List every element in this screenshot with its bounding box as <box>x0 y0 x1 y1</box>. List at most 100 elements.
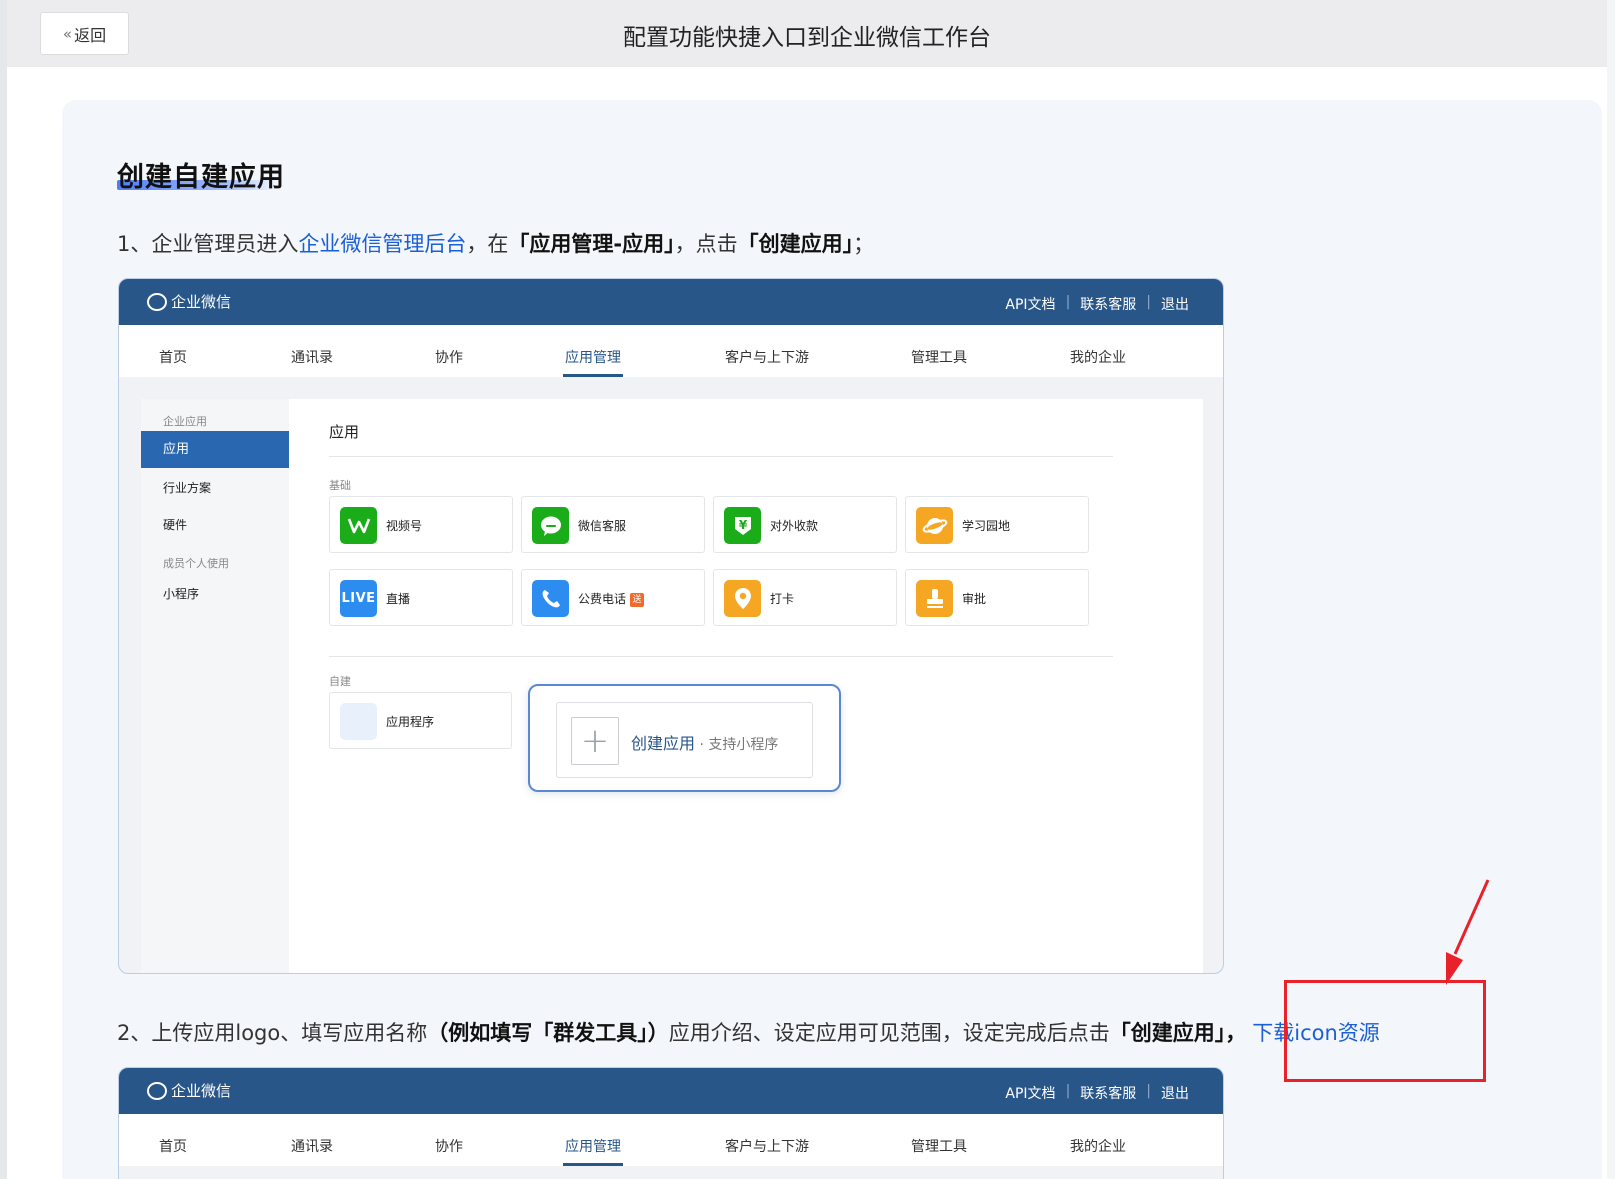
svg-text:¥: ¥ <box>738 518 747 532</box>
step-1-mid: ，在 <box>466 232 509 256</box>
app-card-learning[interactable]: 学习园地 <box>905 496 1089 553</box>
logout-link[interactable]: 退出 <box>1151 1083 1199 1103</box>
api-docs-link[interactable]: API文档 <box>995 294 1065 314</box>
nav-collab[interactable]: 协作 <box>435 347 463 367</box>
channels-icon <box>340 507 377 544</box>
app-card-live[interactable]: LIVE 直播 <box>329 569 513 626</box>
app-name-text: 公费电话 <box>578 592 627 606</box>
app-name: 微信客服 <box>578 519 627 533</box>
step-2-sep: ， <box>1225 1021 1247 1045</box>
right-edge-strip <box>1607 0 1615 1179</box>
mock-logo: 企业微信 <box>147 1080 231 1101</box>
plus-icon: + <box>571 717 619 765</box>
learning-icon <box>916 507 953 544</box>
nav-my-company[interactable]: 我的企业 <box>1070 347 1126 367</box>
app-card-payment[interactable]: ¥ 对外收款 <box>713 496 897 553</box>
nav-active-indicator <box>563 374 623 377</box>
step-1-suffix: ； <box>853 232 875 256</box>
logout-link[interactable]: 退出 <box>1151 294 1199 314</box>
sidebar-item-hardware[interactable]: 硬件 <box>163 516 187 533</box>
create-app-button[interactable]: + 创建应用 · 支持小程序 <box>556 702 813 778</box>
app-name: 打卡 <box>770 592 795 606</box>
mock-logo: 企业微信 <box>147 291 231 312</box>
wecom-admin-screenshot-1: 企业微信 API文档 | 联系客服 | 退出 首页 通讯录 协作 应用管理 客户与上… <box>118 278 1224 974</box>
payment-icon: ¥ <box>724 507 761 544</box>
app-card-wechat-service[interactable]: 微信客服 <box>521 496 705 553</box>
step-2-bold-example: （例如填写「群发工具」） <box>427 1021 669 1045</box>
create-app-highlight: + 创建应用 · 支持小程序 <box>528 684 841 792</box>
mock-logo-text: 企业微信 <box>171 1082 232 1100</box>
api-docs-link[interactable]: API文档 <box>995 1083 1065 1103</box>
app-name: 对外收款 <box>770 519 819 533</box>
mock-header: 企业微信 API文档 | 联系客服 | 退出 <box>119 279 1223 325</box>
divider <box>329 656 1113 657</box>
app-card-checkin[interactable]: 打卡 <box>713 569 897 626</box>
app-name: 公费电话送 <box>578 590 645 607</box>
app-card-channels[interactable]: 视频号 <box>329 496 513 553</box>
wecom-admin-screenshot-2: 企业微信 API文档 | 联系客服 | 退出 首页 通讯录 协作 应用管理 客户与上… <box>118 1067 1224 1179</box>
annotation-highlight-box <box>1284 980 1486 1082</box>
left-edge-strip <box>0 0 7 1179</box>
wecom-logo-icon <box>147 292 167 311</box>
create-app-label: 创建应用 · 支持小程序 <box>631 730 778 754</box>
step-1-bold-app-mgmt: 「应用管理-应用」 <box>508 232 675 256</box>
top-header: « 返回 配置功能快捷入口到企业微信工作台 <box>7 0 1607 67</box>
create-app-text: 创建应用 <box>631 734 696 753</box>
nav-app-management[interactable]: 应用管理 <box>565 1136 621 1156</box>
step-1-text: 1、企业管理员进入企业微信管理后台，在「应用管理-应用」，点击「创建应用」； <box>117 228 874 258</box>
divider <box>329 456 1113 457</box>
nav-home[interactable]: 首页 <box>159 347 187 367</box>
sidebar-group-enterprise-apps: 企业应用 <box>163 415 207 428</box>
mock-header-links: API文档 | 联系客服 | 退出 <box>995 294 1199 314</box>
gift-badge: 送 <box>630 592 645 607</box>
nav-my-company[interactable]: 我的企业 <box>1070 1136 1126 1156</box>
step-1-mid2: ，点击 <box>674 232 738 256</box>
nav-collab[interactable]: 协作 <box>435 1136 463 1156</box>
app-card-custom[interactable]: 应用程序 <box>329 692 512 749</box>
nav-app-management[interactable]: 应用管理 <box>565 347 621 367</box>
contact-support-link[interactable]: 联系客服 <box>1070 294 1146 314</box>
step-2-mid: 应用介绍、设定应用可见范围，设定完成后点击 <box>668 1021 1110 1045</box>
group-custom-label: 自建 <box>329 675 351 688</box>
step-1-bold-create: 「创建应用」 <box>737 232 854 256</box>
step-1-prefix: 1、企业管理员进入 <box>117 232 299 256</box>
nav-tools[interactable]: 管理工具 <box>911 1136 967 1156</box>
contact-support-link[interactable]: 联系客服 <box>1070 1083 1146 1103</box>
group-basic-label: 基础 <box>329 479 351 492</box>
nav-tools[interactable]: 管理工具 <box>911 347 967 367</box>
app-name: 学习园地 <box>962 519 1011 533</box>
mock-header: 企业微信 API文档 | 联系客服 | 退出 <box>119 1068 1223 1114</box>
nav-contacts[interactable]: 通讯录 <box>291 347 333 367</box>
page-title: 配置功能快捷入口到企业微信工作台 <box>623 25 991 51</box>
app-name: 应用程序 <box>386 715 435 729</box>
live-icon: LIVE <box>340 580 377 617</box>
mock-nav: 首页 通讯录 协作 应用管理 客户与上下游 管理工具 我的企业 <box>119 1114 1223 1166</box>
nav-home[interactable]: 首页 <box>159 1136 187 1156</box>
sidebar-item-miniapp[interactable]: 小程序 <box>163 585 199 602</box>
sidebar-group-personal: 成员个人使用 <box>163 557 229 570</box>
app-card-phone[interactable]: 公费电话送 <box>521 569 705 626</box>
nav-customers[interactable]: 客户与上下游 <box>725 347 809 367</box>
step-2-text: 2、上传应用logo、填写应用名称（例如填写「群发工具」）应用介绍、设定应用可见… <box>117 1017 1380 1047</box>
admin-console-link[interactable]: 企业微信管理后台 <box>298 232 466 256</box>
sidebar-item-industry[interactable]: 行业方案 <box>163 479 211 496</box>
apps-content-title: 应用 <box>329 423 360 441</box>
mock-header-links: API文档 | 联系客服 | 退出 <box>995 1083 1199 1103</box>
section-title: 创建自建应用 <box>117 162 285 193</box>
phone-icon <box>532 580 569 617</box>
app-card-approval[interactable]: 审批 <box>905 569 1089 626</box>
wechat-service-icon <box>532 507 569 544</box>
app-name: 视频号 <box>386 519 423 533</box>
approval-icon <box>916 580 953 617</box>
nav-contacts[interactable]: 通讯录 <box>291 1136 333 1156</box>
mock-sidebar: 企业应用 应用 行业方案 硬件 成员个人使用 小程序 <box>141 399 289 973</box>
mock-logo-text: 企业微信 <box>171 293 232 311</box>
sidebar-item-apps[interactable]: 应用 <box>141 431 289 468</box>
step-2-prefix: 2、上传应用logo、填写应用名称 <box>117 1021 428 1045</box>
wecom-logo-icon <box>147 1081 167 1100</box>
app-name: 直播 <box>386 592 411 606</box>
nav-active-indicator <box>563 1163 623 1166</box>
nav-customers[interactable]: 客户与上下游 <box>725 1136 809 1156</box>
app-name: 审批 <box>962 592 987 606</box>
step-2-bold-create: 「创建应用」 <box>1109 1021 1226 1045</box>
